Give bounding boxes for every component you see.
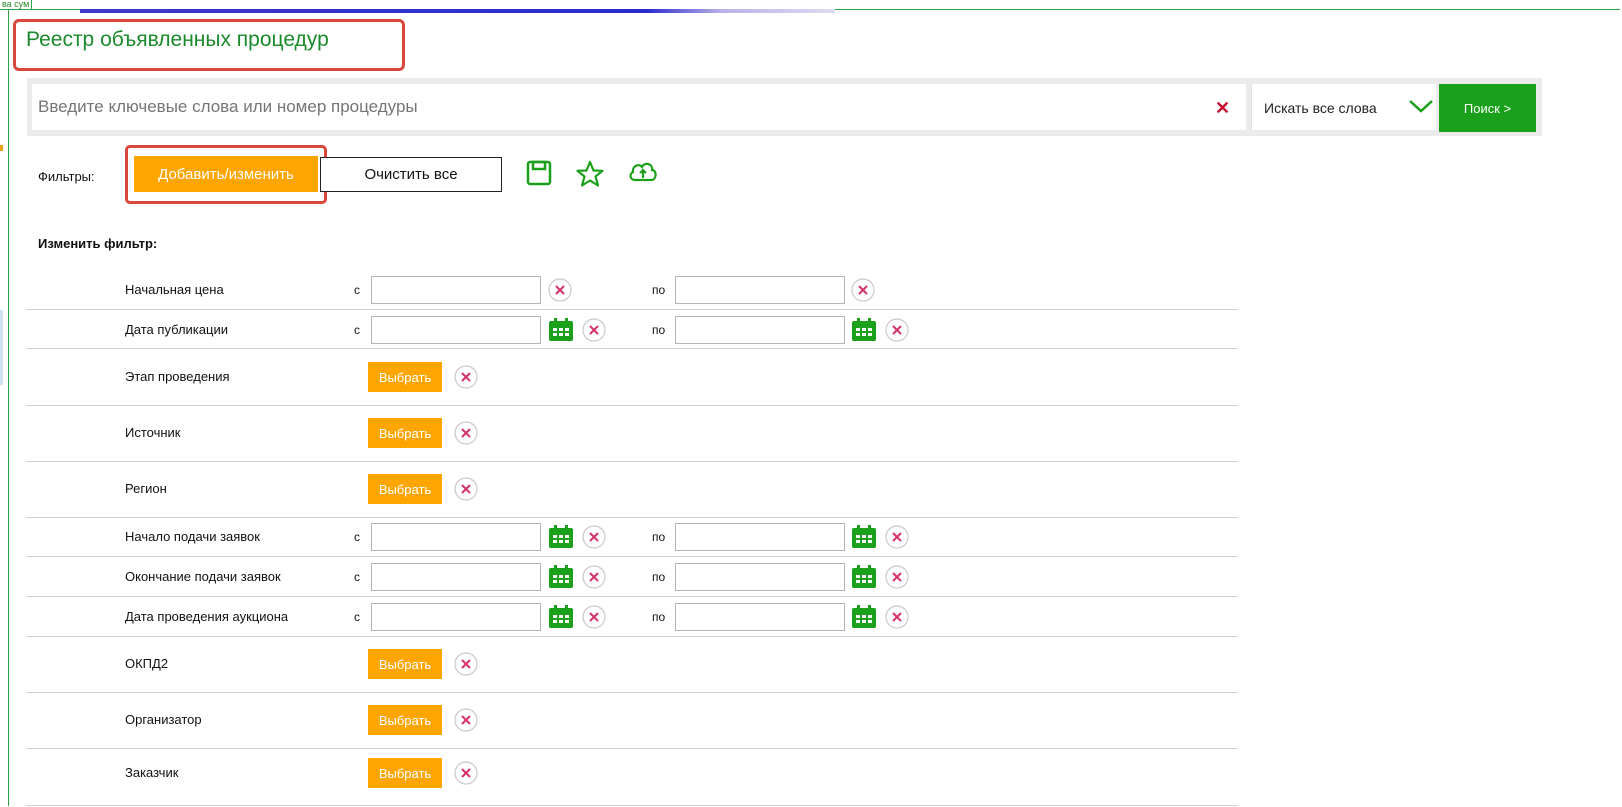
clear-filter-icon[interactable] [582, 318, 606, 342]
filter-row-label: Начало подачи заявок [125, 529, 260, 544]
to-label: по [652, 610, 666, 624]
clear-filter-icon[interactable] [885, 605, 909, 629]
clear-filter-icon[interactable] [885, 565, 909, 589]
clear-filter-icon[interactable] [454, 761, 478, 785]
filter-row-label: Дата публикации [125, 322, 228, 337]
clear-filter-icon[interactable] [454, 421, 478, 445]
corner-label: ва сум [0, 0, 33, 10]
clear-filter-icon[interactable] [582, 565, 606, 589]
side-mark [0, 310, 3, 385]
calendar-icon[interactable] [851, 525, 877, 549]
filter-row-divider [26, 635, 1238, 637]
from-input[interactable] [371, 603, 541, 631]
calendar-icon[interactable] [851, 605, 877, 629]
filters-label: Фильтры: [38, 169, 95, 184]
filter-row-label: Регион [125, 481, 167, 496]
filter-row-divider [26, 516, 1238, 518]
to-label: по [652, 283, 666, 297]
select-button[interactable]: Выбрать [368, 649, 442, 679]
cloud-upload-icon[interactable] [627, 158, 659, 186]
to-input[interactable] [675, 563, 845, 591]
filter-row-divider [26, 555, 1238, 557]
side-mark [0, 145, 3, 151]
filter-row-divider [26, 691, 1238, 693]
filter-row-label: ОКПД2 [125, 656, 169, 671]
filter-row-divider [26, 595, 1238, 597]
clear-all-button[interactable]: Очистить все [320, 157, 502, 192]
filter-row-divider [26, 460, 1238, 462]
calendar-icon[interactable] [548, 525, 574, 549]
to-label: по [652, 323, 666, 337]
clear-filter-icon[interactable] [885, 525, 909, 549]
from-label: с [354, 570, 360, 584]
filter-row-divider [26, 404, 1238, 406]
from-label: с [354, 530, 360, 544]
from-input[interactable] [371, 316, 541, 344]
to-label: по [652, 570, 666, 584]
edit-filter-heading: Изменить фильтр: [38, 236, 158, 251]
filter-row-label: Организатор [125, 712, 202, 727]
page-title: Реестр объявленных процедур [26, 28, 329, 51]
from-label: с [354, 610, 360, 624]
close-icon[interactable]: ✕ [1215, 98, 1230, 119]
clear-filter-icon[interactable] [582, 525, 606, 549]
clear-filter-icon[interactable] [851, 278, 875, 302]
to-input[interactable] [675, 276, 845, 304]
filter-row-label: Окончание подачи заявок [125, 569, 281, 584]
from-input[interactable] [371, 563, 541, 591]
calendar-icon[interactable] [548, 318, 574, 342]
select-button[interactable]: Выбрать [368, 418, 442, 448]
select-button[interactable]: Выбрать [368, 362, 442, 392]
to-input[interactable] [675, 603, 845, 631]
clear-filter-icon[interactable] [454, 652, 478, 676]
search-input[interactable] [32, 84, 1246, 130]
filter-row-label: Этап проведения [125, 369, 230, 384]
select-button[interactable]: Выбрать [368, 758, 442, 788]
select-button[interactable]: Выбрать [368, 474, 442, 504]
to-label: по [652, 530, 666, 544]
from-input[interactable] [371, 276, 541, 304]
clear-filter-icon[interactable] [885, 318, 909, 342]
clear-filter-icon[interactable] [454, 477, 478, 501]
filter-row-label: Дата проведения аукциона [125, 609, 289, 624]
to-input[interactable] [675, 316, 845, 344]
search-button[interactable]: Поиск > [1439, 84, 1536, 132]
chevron-down-icon[interactable] [1408, 98, 1434, 114]
filter-row-label: Источник [125, 425, 181, 440]
from-label: с [354, 283, 360, 297]
filter-row-divider [26, 347, 1238, 349]
from-label: с [354, 323, 360, 337]
select-button[interactable]: Выбрать [368, 705, 442, 735]
from-input[interactable] [371, 523, 541, 551]
filter-row-divider [26, 747, 1238, 749]
clear-filter-icon[interactable] [582, 605, 606, 629]
clear-filter-icon[interactable] [454, 365, 478, 389]
filter-row-divider [26, 308, 1238, 310]
calendar-icon[interactable] [548, 565, 574, 589]
filter-row-divider [26, 804, 1238, 806]
calendar-icon[interactable] [851, 318, 877, 342]
clear-filter-icon[interactable] [454, 708, 478, 732]
filter-row-label: Начальная цена [125, 282, 224, 297]
star-icon[interactable] [576, 160, 604, 188]
calendar-icon[interactable] [548, 605, 574, 629]
save-icon[interactable] [526, 160, 552, 186]
clear-filter-icon[interactable] [548, 278, 572, 302]
add-change-filter-button[interactable]: Добавить/изменить [134, 156, 318, 192]
search-mode-label: Искать все слова [1264, 100, 1377, 116]
top-strip [80, 9, 835, 13]
to-input[interactable] [675, 523, 845, 551]
calendar-icon[interactable] [851, 565, 877, 589]
filter-row-label: Заказчик [125, 765, 179, 780]
